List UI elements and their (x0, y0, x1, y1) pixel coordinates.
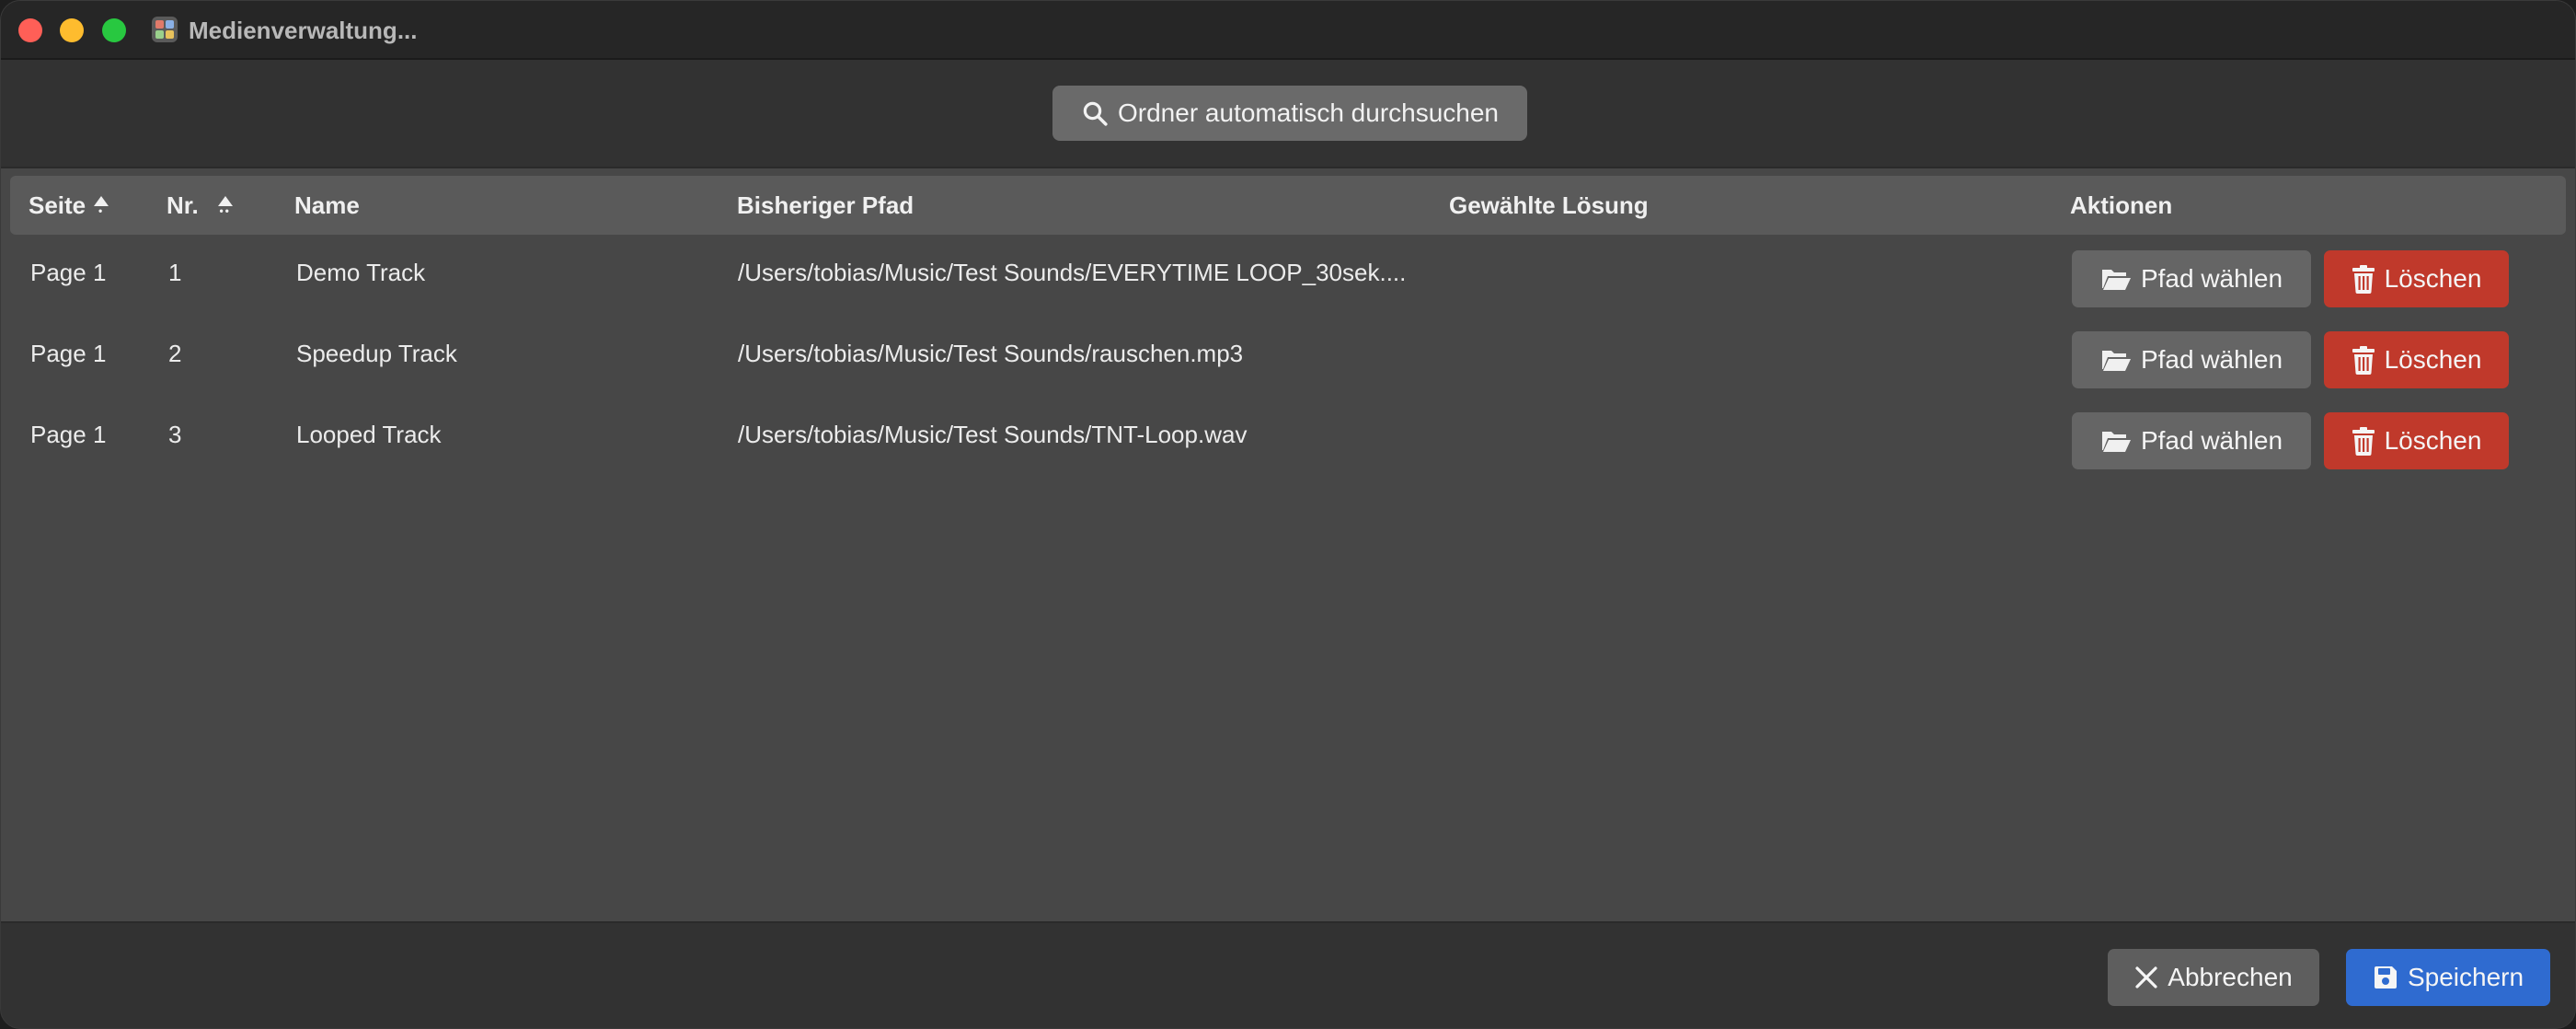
choose-path-button[interactable]: Pfad wählen (2072, 331, 2311, 388)
cell-bisheriger-pfad: /Users/tobias/Music/Test Sounds/TNT-Loop… (738, 421, 1248, 448)
table-row: Page 1 1 Demo Track /Users/tobias/Music/… (10, 233, 2566, 312)
trash-icon (2352, 345, 2375, 375)
trash-icon (2352, 264, 2375, 294)
folder-open-icon (2100, 266, 2132, 292)
save-button[interactable]: Speichern (2346, 949, 2550, 1006)
table-row: Page 1 2 Speedup Track /Users/tobias/Mus… (10, 314, 2566, 393)
delete-button[interactable]: Löschen (2324, 412, 2509, 469)
cell-bisheriger-pfad: /Users/tobias/Music/Test Sounds/rauschen… (738, 340, 1244, 367)
scan-folder-button[interactable]: Ordner automatisch durchsuchen (1052, 86, 1527, 141)
cell-name: Looped Track (296, 421, 442, 448)
column-header-bisheriger-pfad[interactable]: Bisheriger Pfad (737, 176, 914, 235)
cell-gewaehlte-loesung (1450, 233, 2048, 312)
column-header-gewaehlte-loesung[interactable]: Gewählte Lösung (1449, 176, 1649, 235)
cell-name: Demo Track (296, 259, 426, 286)
media-table: Seite • Nr. •• Name Bisheriger Pfad Gewä… (1, 167, 2575, 923)
close-window-button[interactable] (18, 18, 42, 42)
maximize-window-button[interactable] (102, 18, 126, 42)
cell-seite: Page 1 (30, 421, 107, 448)
save-icon (2373, 965, 2398, 990)
folder-open-icon (2100, 428, 2132, 454)
cell-nr: 2 (168, 340, 182, 367)
cell-gewaehlte-loesung (1450, 395, 2048, 474)
cell-seite: Page 1 (30, 259, 107, 286)
cell-bisheriger-pfad: /Users/tobias/Music/Test Sounds/EVERYTIM… (738, 259, 1407, 286)
trash-icon (2352, 426, 2375, 456)
column-header-aktionen: Aktionen (2070, 191, 2173, 219)
cancel-button[interactable]: Abbrechen (2108, 949, 2319, 1006)
choose-path-button[interactable]: Pfad wählen (2072, 250, 2311, 307)
choose-path-button[interactable]: Pfad wählen (2072, 412, 2311, 469)
cell-gewaehlte-loesung (1450, 314, 2048, 393)
scan-folder-label: Ordner automatisch durchsuchen (1118, 98, 1499, 127)
cell-nr: 1 (168, 259, 182, 286)
minimize-window-button[interactable] (60, 18, 84, 42)
table-row: Page 1 3 Looped Track /Users/tobias/Musi… (10, 395, 2566, 474)
column-header-seite[interactable]: Seite • (29, 176, 111, 235)
sort-ascending-icon: • (91, 195, 111, 216)
cell-nr: 3 (168, 421, 182, 448)
title-bar: Medienverwaltung... (1, 1, 2575, 60)
cell-seite: Page 1 (30, 340, 107, 367)
column-header-name[interactable]: Name (294, 176, 360, 235)
delete-button[interactable]: Löschen (2324, 331, 2509, 388)
delete-button[interactable]: Löschen (2324, 250, 2509, 307)
close-icon (2134, 965, 2158, 989)
media-manager-window: Medienverwaltung... Ordner automatisch d… (0, 0, 2576, 1029)
cell-name: Speedup Track (296, 340, 457, 367)
table-header: Seite • Nr. •• Name Bisheriger Pfad Gewä… (10, 176, 2566, 235)
search-icon (1081, 99, 1109, 127)
folder-open-icon (2100, 347, 2132, 373)
app-icon (152, 17, 178, 42)
column-header-nr[interactable]: Nr. •• (167, 176, 236, 235)
window-title: Medienverwaltung... (189, 17, 418, 44)
sort-icon: •• (215, 195, 236, 216)
